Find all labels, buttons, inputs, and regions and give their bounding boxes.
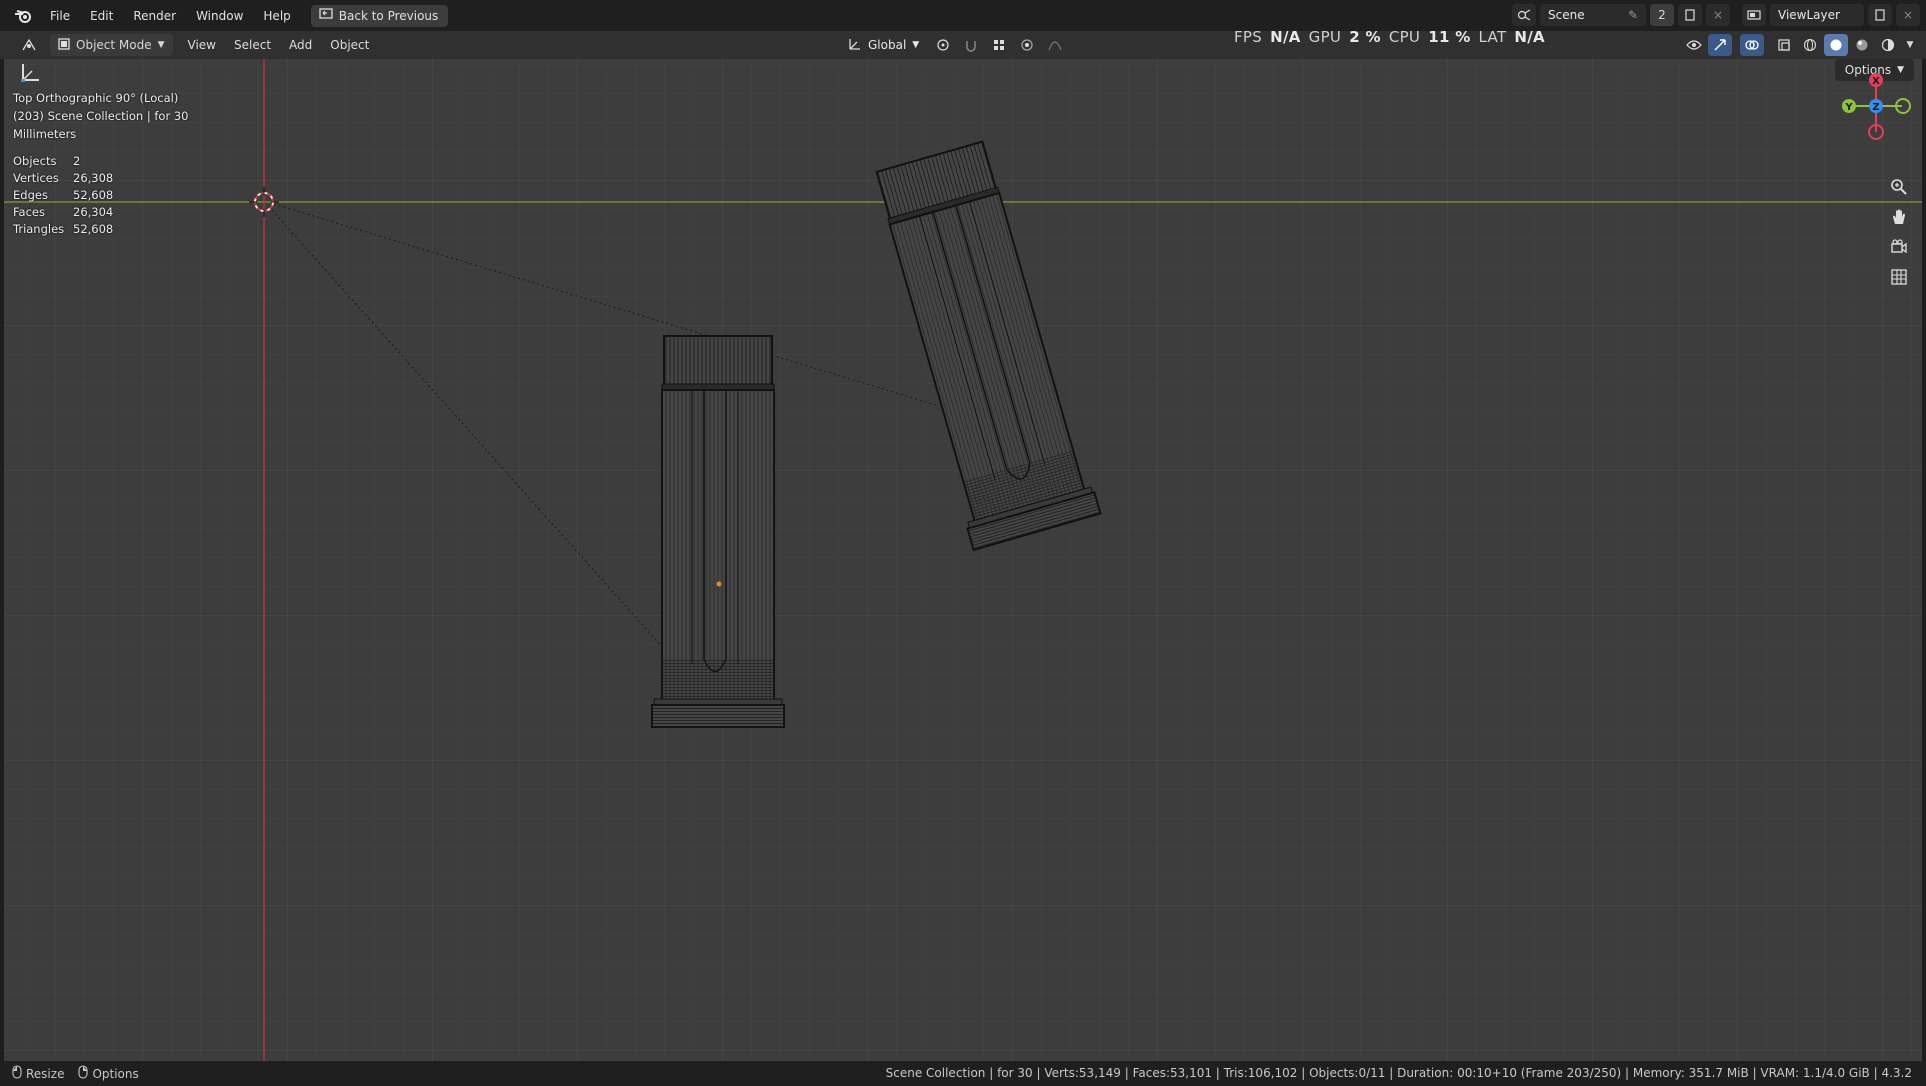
viewport-display-controls: ▼	[1682, 34, 1918, 56]
menu-window[interactable]: Window	[186, 9, 253, 23]
svg-text:X: X	[1872, 76, 1880, 87]
delete-scene-icon[interactable]: ×	[1706, 4, 1730, 26]
back-to-previous-button[interactable]: Back to Previous	[310, 4, 449, 27]
orthographic-toggle-icon[interactable]	[1886, 264, 1912, 290]
camera-view-icon[interactable]	[1886, 234, 1912, 260]
lat-label: LAT	[1478, 28, 1507, 46]
scene-statistics: Objects 2 Vertices 26,308 Edges 52,608 Face…	[13, 153, 113, 238]
proportional-edit-icon[interactable]	[1015, 34, 1039, 56]
shading-options-chevron-icon[interactable]: ▼	[1902, 34, 1918, 56]
transform-controls: Global ▼	[840, 34, 1067, 56]
pivot-point-icon[interactable]	[931, 34, 955, 56]
fps-label: FPS	[1234, 28, 1263, 46]
cpu-value: 11 %	[1428, 28, 1471, 46]
chevron-down-icon: ▼	[157, 40, 165, 50]
stat-row: Triangles 52,608	[13, 222, 114, 236]
navigation-gizmo[interactable]: X Y Z	[1832, 71, 1922, 151]
pin-icon[interactable]: ✎	[1628, 8, 1638, 22]
3d-viewport[interactable]: Top Orthographic 90° (Local) (203) Scene…	[4, 59, 1922, 1061]
gizmo-toggle-icon[interactable]	[1708, 34, 1732, 56]
new-scene-icon[interactable]	[1678, 4, 1702, 26]
object-mode-icon	[58, 37, 70, 53]
visibility-icon[interactable]	[1682, 34, 1706, 56]
svg-text:Z: Z	[1872, 102, 1879, 113]
collection-info: (203) Scene Collection | for 30	[13, 109, 189, 123]
cylinder-object-upright[interactable]	[651, 335, 785, 728]
mouse-right-icon	[78, 1065, 89, 1082]
scene-layer-controls: Scene ✎ 2 × ViewLayer ×	[1512, 4, 1920, 26]
menu-edit[interactable]: Edit	[80, 9, 123, 23]
menu-help[interactable]: Help	[253, 9, 300, 23]
view-layer-icon[interactable]	[1742, 4, 1766, 26]
view-name: Top Orthographic 90° (Local)	[13, 91, 179, 105]
chevron-down-icon: ▼	[912, 40, 920, 50]
status-bar: Resize Options Scene Collection | for 30…	[0, 1061, 1926, 1086]
scene-users-count[interactable]: 2	[1650, 4, 1674, 26]
falloff-icon[interactable]	[1043, 34, 1067, 56]
svg-text:Y: Y	[1844, 102, 1853, 113]
object-mode-dropdown[interactable]: Object Mode ▼	[50, 34, 173, 56]
orientation-axes-icon	[848, 37, 862, 54]
transform-orientation-dropdown[interactable]: Global ▼	[840, 34, 927, 56]
stat-row: Faces 26,304	[13, 205, 114, 219]
overlays-toggle-icon[interactable]	[1740, 34, 1764, 56]
menu-object[interactable]: Object	[321, 38, 378, 52]
performance-readout: FPS N/A GPU 2 % CPU 11 % LAT N/A	[1234, 28, 1545, 46]
new-view-layer-icon[interactable]	[1868, 4, 1892, 26]
wireframe-shading-icon[interactable]	[1798, 34, 1822, 56]
solid-shading-icon[interactable]	[1824, 34, 1848, 56]
xray-toggle-icon[interactable]	[1772, 34, 1796, 56]
unit-system: Millimeters	[13, 127, 77, 141]
cpu-label: CPU	[1388, 28, 1421, 46]
back-to-previous-label: Back to Previous	[338, 8, 439, 23]
screen-icon	[319, 8, 333, 23]
stat-row: Objects 2	[13, 154, 81, 168]
pan-hand-icon[interactable]	[1886, 204, 1912, 230]
stat-row: Vertices 26,308	[13, 171, 114, 185]
viewport-header: Object Mode ▼ View Select Add Object Glo…	[0, 31, 1926, 59]
menu-select[interactable]: Select	[225, 38, 280, 52]
top-menu-bar: File Edit Render Window Help Back to Pre…	[0, 0, 1926, 31]
scene-selector-icon[interactable]	[1512, 4, 1536, 26]
menu-file[interactable]: File	[40, 9, 80, 23]
scene-status-info: Scene Collection | for 30 | Verts:53,149…	[885, 1066, 1912, 1080]
viewport-canvas	[4, 59, 1922, 1061]
menu-render[interactable]: Render	[123, 9, 186, 23]
resize-hint: Resize	[12, 1065, 64, 1082]
gpu-label: GPU	[1308, 28, 1342, 46]
scene-name-field[interactable]: Scene ✎	[1540, 4, 1646, 26]
view-layer-field[interactable]: ViewLayer	[1770, 4, 1864, 26]
zoom-icon[interactable]	[1886, 174, 1912, 200]
menu-add[interactable]: Add	[280, 38, 321, 52]
material-preview-icon[interactable]	[1850, 34, 1874, 56]
gpu-value: 2 %	[1349, 28, 1381, 46]
mouse-left-icon	[12, 1065, 22, 1082]
stat-row: Edges 52,608	[13, 188, 114, 202]
snap-toggle-icon[interactable]	[959, 34, 983, 56]
lat-value: N/A	[1514, 28, 1545, 46]
editor-type-icon[interactable]	[14, 34, 44, 56]
rendered-shading-icon[interactable]	[1876, 34, 1900, 56]
viewport-info: Top Orthographic 90° (Local) (203) Scene…	[13, 89, 188, 143]
options-hint: Options	[78, 1065, 139, 1082]
blender-logo-icon[interactable]	[12, 5, 34, 27]
fps-value: N/A	[1270, 28, 1301, 46]
menu-view[interactable]: View	[179, 38, 225, 52]
delete-view-layer-icon[interactable]: ×	[1896, 4, 1920, 26]
snap-grid-icon[interactable]	[987, 34, 1011, 56]
measure-tool-icon[interactable]	[18, 61, 44, 87]
